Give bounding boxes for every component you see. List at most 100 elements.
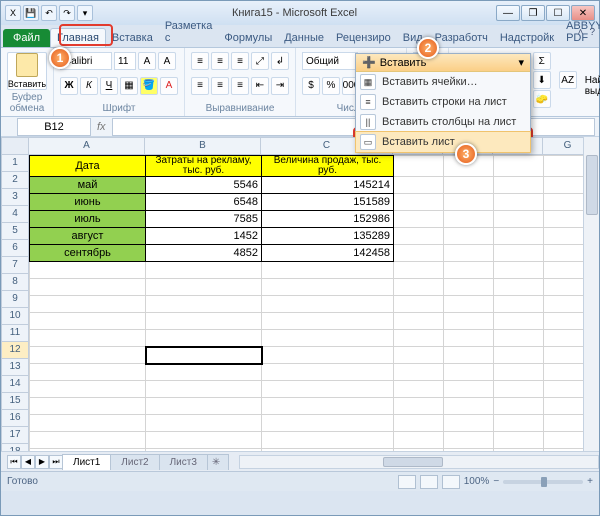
menu-insert-cells[interactable]: ▦Вставить ячейки…: [356, 72, 530, 92]
cell[interactable]: [494, 177, 544, 194]
cell[interactable]: [394, 156, 444, 177]
cell[interactable]: [444, 177, 494, 194]
vscroll-thumb[interactable]: [586, 155, 598, 215]
cell[interactable]: [394, 381, 444, 398]
border-icon[interactable]: ▦: [120, 77, 138, 95]
cell[interactable]: [146, 279, 262, 296]
save-icon[interactable]: 💾: [23, 5, 39, 21]
cell[interactable]: [444, 381, 494, 398]
cell[interactable]: [444, 330, 494, 347]
row-header[interactable]: 18: [1, 444, 29, 451]
cell[interactable]: [30, 398, 146, 415]
cell[interactable]: [444, 245, 494, 262]
cell[interactable]: [394, 313, 444, 330]
cell[interactable]: [146, 296, 262, 313]
tab-addins[interactable]: Надстройк: [494, 29, 560, 47]
cell[interactable]: [394, 347, 444, 364]
percent-icon[interactable]: %: [322, 77, 340, 95]
qat-more-icon[interactable]: ▾: [77, 5, 93, 21]
cell[interactable]: [146, 381, 262, 398]
cell[interactable]: 135289: [262, 228, 394, 245]
cell[interactable]: [494, 347, 544, 364]
row-header[interactable]: 2: [1, 172, 29, 189]
cell[interactable]: [494, 211, 544, 228]
cell[interactable]: [394, 194, 444, 211]
cell[interactable]: июль: [30, 211, 146, 228]
cell[interactable]: [146, 364, 262, 381]
cell[interactable]: [262, 398, 394, 415]
tab-layout[interactable]: Разметка с: [159, 17, 219, 47]
cell[interactable]: [394, 364, 444, 381]
cell[interactable]: [444, 364, 494, 381]
cell[interactable]: [494, 279, 544, 296]
row-header[interactable]: 6: [1, 240, 29, 257]
cell[interactable]: [262, 364, 394, 381]
align-center-icon[interactable]: ≡: [211, 77, 229, 95]
cell[interactable]: [444, 211, 494, 228]
cell[interactable]: [444, 194, 494, 211]
excel-icon[interactable]: X: [5, 5, 21, 21]
row-header[interactable]: 17: [1, 427, 29, 444]
cell[interactable]: [146, 449, 262, 452]
cell[interactable]: [494, 194, 544, 211]
sheet-tab-3[interactable]: Лист3: [159, 454, 208, 470]
clear-icon[interactable]: 🧽: [533, 90, 551, 108]
zoom-in-button[interactable]: +: [587, 476, 593, 487]
cell[interactable]: [494, 415, 544, 432]
cell[interactable]: [394, 245, 444, 262]
cell[interactable]: [262, 296, 394, 313]
cell[interactable]: [494, 262, 544, 279]
italic-icon[interactable]: К: [80, 77, 98, 95]
row-header[interactable]: 16: [1, 410, 29, 427]
cell[interactable]: [444, 415, 494, 432]
fx-icon[interactable]: fx: [97, 121, 106, 133]
cell[interactable]: [30, 381, 146, 398]
cell[interactable]: [494, 245, 544, 262]
cell[interactable]: [444, 279, 494, 296]
row-header[interactable]: 15: [1, 393, 29, 410]
cell[interactable]: Затраты на рекламу, тыс. руб.: [146, 156, 262, 177]
row-header[interactable]: 14: [1, 376, 29, 393]
tab-home[interactable]: Главная: [50, 28, 106, 47]
tab-file[interactable]: Файл: [3, 29, 50, 47]
tab-insert[interactable]: Вставка: [106, 29, 159, 47]
cell[interactable]: [262, 313, 394, 330]
cell[interactable]: [394, 415, 444, 432]
cell[interactable]: [30, 279, 146, 296]
currency-icon[interactable]: $: [302, 77, 320, 95]
row-header[interactable]: 5: [1, 223, 29, 240]
sheet-nav-first[interactable]: ⏮: [7, 455, 21, 469]
cell[interactable]: [494, 228, 544, 245]
vertical-scrollbar[interactable]: [583, 137, 599, 451]
cell[interactable]: 151589: [262, 194, 394, 211]
cell[interactable]: [394, 449, 444, 452]
cell[interactable]: [444, 398, 494, 415]
wrap-text-icon[interactable]: ↲: [271, 52, 289, 70]
align-bot-icon[interactable]: ≡: [231, 52, 249, 70]
zoom-slider[interactable]: [503, 480, 583, 484]
cell[interactable]: [494, 449, 544, 452]
menu-insert-cols[interactable]: ||Вставить столбцы на лист: [356, 112, 530, 132]
ribbon-collapse-icon[interactable]: ˄: [578, 27, 584, 38]
cell[interactable]: [146, 398, 262, 415]
horizontal-scrollbar[interactable]: [239, 455, 599, 469]
cell[interactable]: [146, 262, 262, 279]
cell[interactable]: [30, 415, 146, 432]
dropdown-header[interactable]: ➕Вставить▾: [356, 54, 530, 72]
cell[interactable]: [30, 313, 146, 330]
bold-icon[interactable]: Ж: [60, 77, 78, 95]
merge-icon[interactable]: ⇥: [271, 77, 289, 95]
help-icon[interactable]: ?: [589, 27, 595, 38]
cell[interactable]: [30, 296, 146, 313]
cell[interactable]: [262, 381, 394, 398]
cell[interactable]: [444, 347, 494, 364]
cell[interactable]: [394, 279, 444, 296]
cell[interactable]: [146, 432, 262, 449]
menu-insert-rows[interactable]: ≡Вставить строки на лист: [356, 92, 530, 112]
cell[interactable]: 6548: [146, 194, 262, 211]
sheet-tab-2[interactable]: Лист2: [110, 454, 159, 470]
cell[interactable]: [262, 262, 394, 279]
cell[interactable]: [444, 449, 494, 452]
cell[interactable]: [394, 211, 444, 228]
cell[interactable]: [394, 398, 444, 415]
